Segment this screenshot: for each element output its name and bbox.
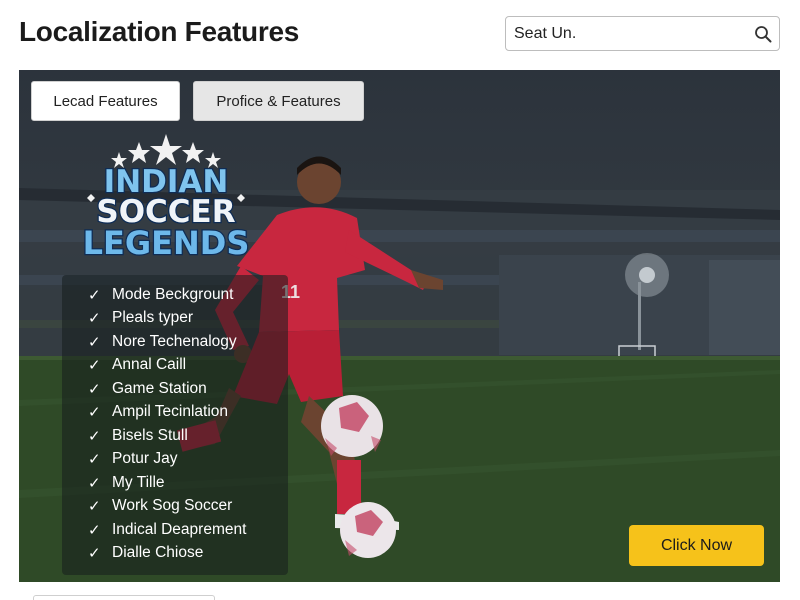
- feature-list-item: ✓ Game Station: [88, 377, 288, 401]
- soccer-ball-icon: [321, 395, 383, 457]
- feature-label: Pleals typer: [112, 309, 193, 327]
- checkmark-icon: ✓: [88, 286, 101, 304]
- feature-label: Bisels Stull: [112, 426, 188, 444]
- hero-banner: 11 Lecad Features Profice & Features IND…: [19, 70, 780, 582]
- feature-list-item: ✓ Potur Jay: [88, 448, 288, 472]
- bottom-tab-edge: [33, 595, 215, 600]
- click-now-button[interactable]: Click Now: [629, 525, 764, 566]
- checkmark-icon: ✓: [88, 474, 101, 492]
- checkmark-icon: ✓: [88, 427, 101, 445]
- checkmark-icon: ✓: [88, 404, 101, 422]
- checkmark-icon: ✓: [88, 521, 101, 539]
- indian-soccer-legends-logo: INDIAN SOCCER LEGENDS: [81, 134, 251, 260]
- feature-label: Dialle Chiose: [112, 544, 204, 562]
- checkmark-icon: ✓: [88, 333, 101, 351]
- search-input[interactable]: [514, 17, 749, 50]
- tab-local-features[interactable]: Lecad Features: [31, 81, 180, 121]
- checkmark-icon: ✓: [88, 545, 101, 563]
- page: Localization Features Seat Un. 11 Lecad …: [0, 0, 800, 600]
- soccer-ball-icon: [340, 502, 396, 558]
- feature-label: Mode Beckgrount: [112, 285, 234, 303]
- search-icon[interactable]: [754, 25, 772, 43]
- page-title: Localization Features: [19, 16, 299, 47]
- feature-list-item: ✓ Ampil Tecinlation: [88, 401, 288, 425]
- feature-label: Nore Techenalogy: [112, 332, 237, 350]
- feature-list-item: ✓ Indical Deaprement: [88, 518, 288, 542]
- feature-list-item: ✓ Nore Techenalogy: [88, 330, 288, 354]
- feature-label: Potur Jay: [112, 450, 178, 468]
- feature-list-item: ✓ Work Sog Soccer: [88, 495, 288, 519]
- feature-list-item: ✓ Pleals typer: [88, 307, 288, 331]
- feature-list-item: ✓ Mode Beckgrount: [88, 283, 288, 307]
- checkmark-icon: ✓: [88, 498, 101, 516]
- tab-profile-features[interactable]: Profice & Features: [193, 81, 364, 121]
- checkmark-icon: ✓: [88, 380, 101, 398]
- feature-label: Indical Deaprement: [112, 520, 247, 538]
- svg-text:LEGENDS: LEGENDS: [83, 224, 250, 260]
- feature-label: Annal Caill: [112, 356, 187, 374]
- feature-label: Work Sog Soccer: [112, 497, 233, 515]
- checkmark-icon: ✓: [88, 451, 101, 469]
- checkmark-icon: ✓: [88, 310, 101, 328]
- feature-list-item: ✓ Bisels Stull: [88, 424, 288, 448]
- feature-list-item: ✓ Dialle Chiose: [88, 542, 288, 566]
- feature-label: Game Station: [112, 379, 207, 397]
- feature-list-item: ✓ Annal Caill: [88, 354, 288, 378]
- feature-label: Ampil Tecinlation: [112, 403, 229, 421]
- feature-checklist: ✓ Mode Beckgrount ✓ Pleals typer ✓ Nore Teche…: [62, 275, 288, 575]
- checkmark-icon: ✓: [88, 357, 101, 375]
- feature-label: My Tille: [112, 473, 165, 491]
- search-box[interactable]: [505, 16, 780, 51]
- feature-list-item: ✓ My Tille: [88, 471, 288, 495]
